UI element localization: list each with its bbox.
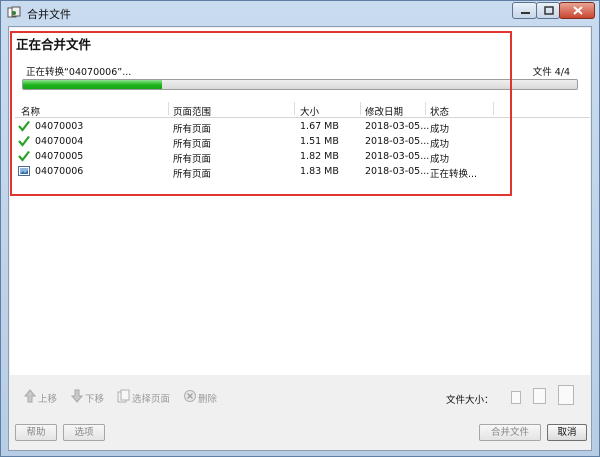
arrow-up-icon [23,389,37,403]
window-title: 合并文件 [27,8,71,21]
move-up-button[interactable]: 上移 [23,389,63,405]
file-counter: 文件 4/4 [532,67,570,78]
maximize-icon [544,6,554,15]
arrow-down-icon [70,389,84,403]
large-page-size-icon[interactable] [558,385,574,405]
help-button[interactable]: 帮助 [15,424,57,441]
close-icon [573,6,583,15]
merge-files-window: 合并文件 正在合并文件 正在转换“04070006”... 文件 4/4 名称 … [0,0,600,457]
delete-button[interactable]: 删除 [183,389,223,405]
delete-icon [184,390,196,402]
move-down-button[interactable]: 下移 [70,389,110,405]
select-pages-button[interactable]: 选择页面 [117,389,181,405]
medium-page-size-icon[interactable] [533,388,546,404]
merge-files-button[interactable]: 合并文件 [479,424,541,441]
file-size-label: 文件大小： [446,395,494,406]
highlight-annotation [10,31,512,196]
app-icon [7,6,21,18]
pages-icon [117,389,130,403]
minimize-icon [521,12,530,14]
maximize-button[interactable] [536,2,560,19]
minimize-button[interactable] [512,2,537,19]
title-bar[interactable]: 合并文件 [1,1,599,25]
cancel-button[interactable]: 取消 [547,424,587,441]
options-button[interactable]: 选项 [63,424,105,441]
small-page-size-icon[interactable] [511,391,521,404]
close-button[interactable] [559,2,595,19]
